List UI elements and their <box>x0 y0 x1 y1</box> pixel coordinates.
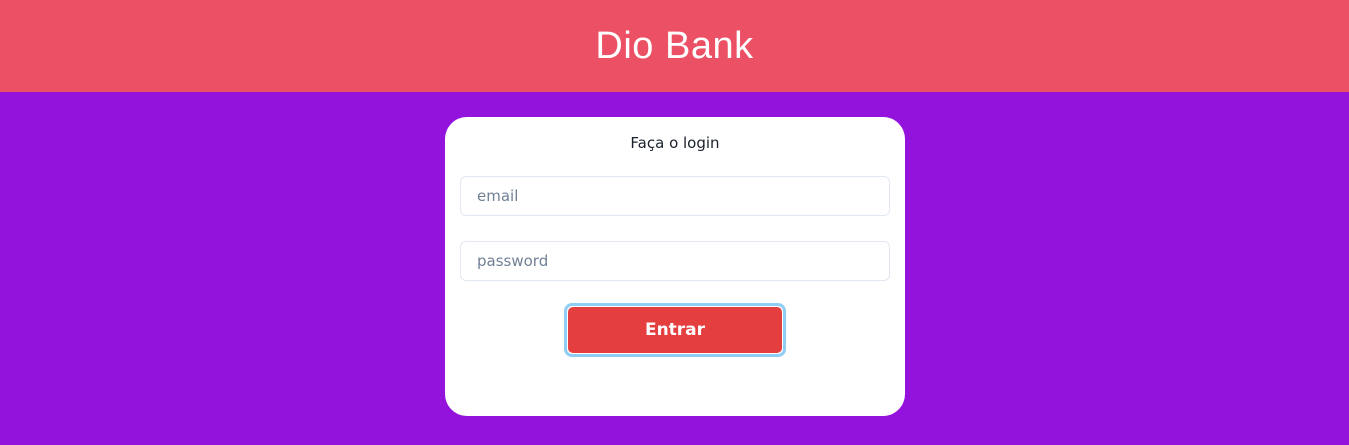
password-input[interactable] <box>460 241 890 281</box>
app-header: Dio Bank <box>0 0 1349 92</box>
login-card: Faça o login Entrar <box>445 117 905 416</box>
submit-button-focus-ring: Entrar <box>564 303 786 357</box>
app-title: Dio Bank <box>595 24 754 67</box>
email-input[interactable] <box>460 176 890 216</box>
login-submit-button[interactable]: Entrar <box>568 307 782 353</box>
login-title: Faça o login <box>630 134 720 152</box>
